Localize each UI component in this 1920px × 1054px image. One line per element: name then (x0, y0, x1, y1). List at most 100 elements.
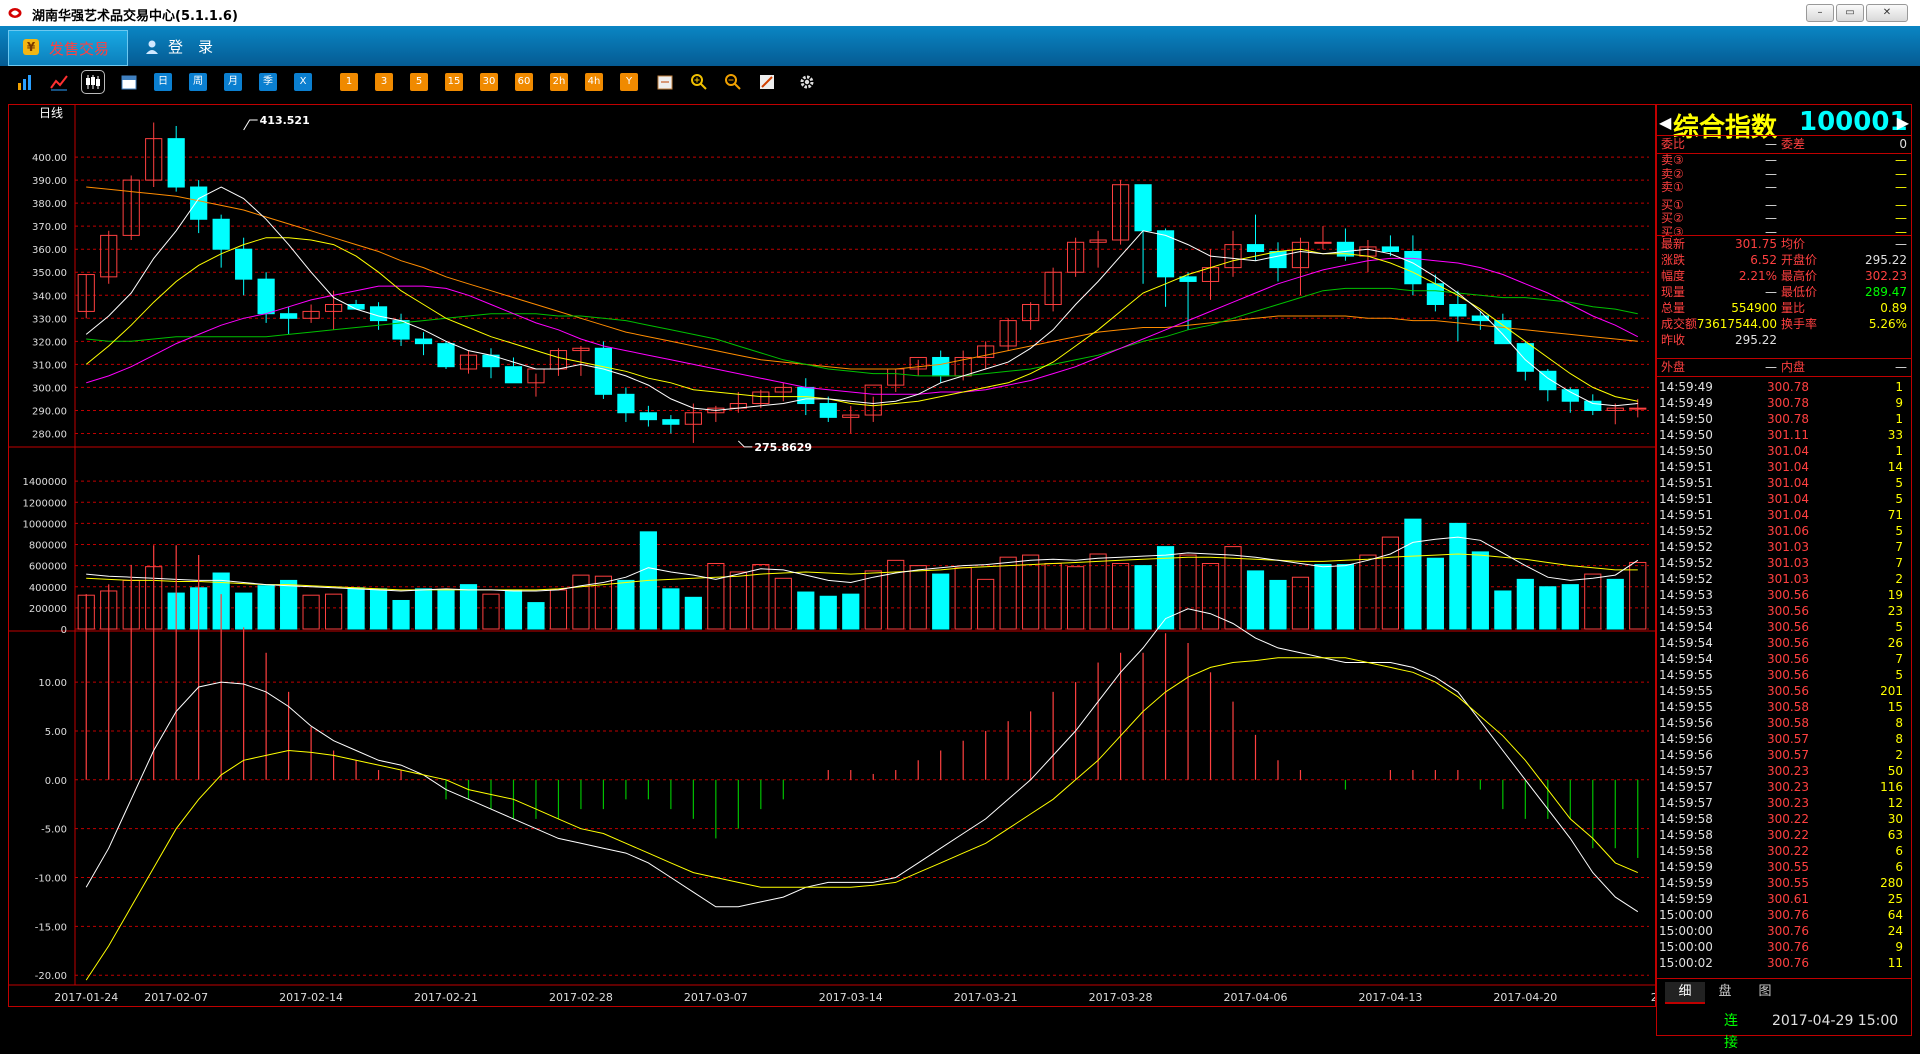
stat-row: 总量 554900 量比 0.89 (1657, 300, 1911, 316)
tick-time: 14:59:56 (1659, 748, 1713, 762)
calendar-icon[interactable] (656, 73, 674, 91)
candle (1561, 387, 1579, 413)
tick-row: 15:00:00 300.76 24 (1657, 923, 1911, 939)
tick-row: 14:59:57 300.23 50 (1657, 763, 1911, 779)
tick-row: 14:59:49 300.78 1 (1657, 379, 1911, 395)
tick-row: 14:59:51 301.04 14 (1657, 459, 1911, 475)
period-custom-button[interactable]: X (294, 73, 312, 91)
stat-value-2: 289.47 (1865, 285, 1907, 299)
period-month-button[interactable]: 月 (224, 73, 242, 91)
calendar-icon[interactable] (120, 73, 138, 91)
stat-label: 总量 (1661, 301, 1686, 315)
minute-1-button[interactable]: 1 (340, 73, 358, 91)
level-label: 卖③ (1661, 153, 1684, 167)
minute-60-button[interactable]: 60 (515, 73, 533, 91)
title-bar: 湖南华强艺术品交易中心(5.1.1.6) – ▭ ✕ (0, 0, 1920, 27)
tick-price: 301.04 (1767, 444, 1809, 458)
kline-chart[interactable]: 日线 280.00 290.00 300.00 310.00 320.00 330.00 34… (9, 105, 1715, 1006)
prev-arrow-icon[interactable]: ◀ (1659, 113, 1671, 132)
tick-time: 14:59:49 (1659, 380, 1713, 394)
tick-volume: 5 (1895, 492, 1903, 506)
minimize-button[interactable]: – (1806, 4, 1834, 22)
tick-volume: 25 (1887, 892, 1903, 906)
tick-volume: 71 (1887, 508, 1903, 522)
price-ytick-label: 340.00 (32, 291, 67, 302)
tick-row: 14:59:52 301.06 5 (1657, 523, 1911, 539)
candle (280, 306, 298, 335)
tick-price: 300.23 (1767, 796, 1809, 810)
candlestick-icon[interactable] (81, 70, 105, 94)
stat-value: 6.52 (1750, 253, 1777, 267)
tick-price: 300.76 (1767, 908, 1809, 922)
candle (1629, 398, 1647, 418)
close-button[interactable]: ✕ (1866, 4, 1908, 22)
hour-4-button[interactable]: 4h (585, 73, 603, 91)
tick-row: 14:59:58 300.22 63 (1657, 827, 1911, 843)
tick-time: 14:59:51 (1659, 492, 1713, 506)
weibi-value: — (1765, 137, 1777, 151)
tick-volume: 2 (1895, 748, 1903, 762)
tab-detail[interactable]: 细 (1665, 982, 1705, 1004)
price-ytick-label: 350.00 (32, 268, 67, 279)
volume-bar (1404, 518, 1422, 630)
bar-chart-icon[interactable] (16, 73, 34, 91)
tick-row: 14:59:58 300.22 30 (1657, 811, 1911, 827)
tick-volume: 1 (1895, 444, 1903, 458)
draw-icon[interactable] (758, 73, 776, 91)
candle (167, 125, 185, 192)
tick-row: 14:59:56 300.57 8 (1657, 731, 1911, 747)
candle-body (504, 366, 523, 384)
gear-icon[interactable] (798, 73, 816, 91)
stat-label: 现量 (1661, 285, 1686, 299)
sell-level-row: 卖② — — (1657, 166, 1911, 181)
chart-area[interactable]: 日线 280.00 290.00 300.00 310.00 320.00 330.00 34… (8, 104, 1715, 1007)
tab-trade[interactable]: ¥ 发售交易 (8, 30, 128, 66)
candle (1404, 235, 1422, 296)
zoom-in-icon[interactable] (690, 73, 708, 91)
minute-30-button[interactable]: 30 (480, 73, 498, 91)
tick-row: 14:59:52 301.03 2 (1657, 571, 1911, 587)
level-price: — (1765, 180, 1777, 194)
tab-pan[interactable]: 盘 (1705, 982, 1745, 1002)
tick-price: 300.22 (1767, 844, 1809, 858)
hour-2-button[interactable]: 2h (550, 73, 568, 91)
next-arrow-icon[interactable]: ▶ (1897, 113, 1909, 132)
volume-bar (527, 602, 545, 630)
stat-value-2: 5.26% (1868, 317, 1907, 331)
tick-price: 301.04 (1767, 492, 1809, 506)
stat-label-2: 最低价 (1781, 285, 1818, 299)
tab-chart[interactable]: 图 (1745, 982, 1785, 1002)
level-price: — (1765, 197, 1777, 212)
x-tick-label: 2017-02-07 (144, 991, 208, 1004)
macd-ytick-label: 5.00 (45, 727, 67, 738)
x-tick-label: 2017-04-13 (1358, 991, 1422, 1004)
tab-trade-label: 发售交易 (49, 40, 110, 58)
year-button[interactable]: Y (620, 73, 638, 91)
candle (145, 122, 163, 188)
zoom-out-icon[interactable] (724, 73, 742, 91)
tab-login[interactable]: 登 录 (146, 36, 213, 57)
tick-volume: 1 (1895, 380, 1903, 394)
stat-label-2: 开盘价 (1781, 253, 1818, 267)
period-week-button[interactable]: 周 (189, 73, 207, 91)
period-day-button[interactable]: 日 (154, 73, 172, 91)
tick-row: 14:59:53 300.56 23 (1657, 603, 1911, 619)
volume-bar (707, 563, 725, 630)
candle (1336, 228, 1355, 261)
candle-body (347, 303, 365, 310)
tick-price: 300.22 (1767, 828, 1809, 842)
period-season-button[interactable]: 季 (259, 73, 277, 91)
minute-5-button[interactable]: 5 (410, 73, 428, 91)
maximize-button[interactable]: ▭ (1836, 4, 1864, 22)
level-price: — (1765, 166, 1777, 181)
volume-bar (302, 594, 320, 630)
minute-3-button[interactable]: 3 (375, 73, 393, 91)
line-chart-icon[interactable] (50, 73, 68, 91)
minute-15-button[interactable]: 15 (445, 73, 463, 91)
candle (887, 368, 905, 393)
volume-bar (1336, 564, 1355, 630)
volume-bar (1449, 522, 1467, 630)
tick-list[interactable]: 14:59:49 300.78 1 14:59:49 300.78 9 14:59:… (1657, 379, 1911, 971)
x-tick-label: 2017-02-14 (279, 991, 343, 1004)
stat-label: 涨跌 (1661, 253, 1686, 267)
